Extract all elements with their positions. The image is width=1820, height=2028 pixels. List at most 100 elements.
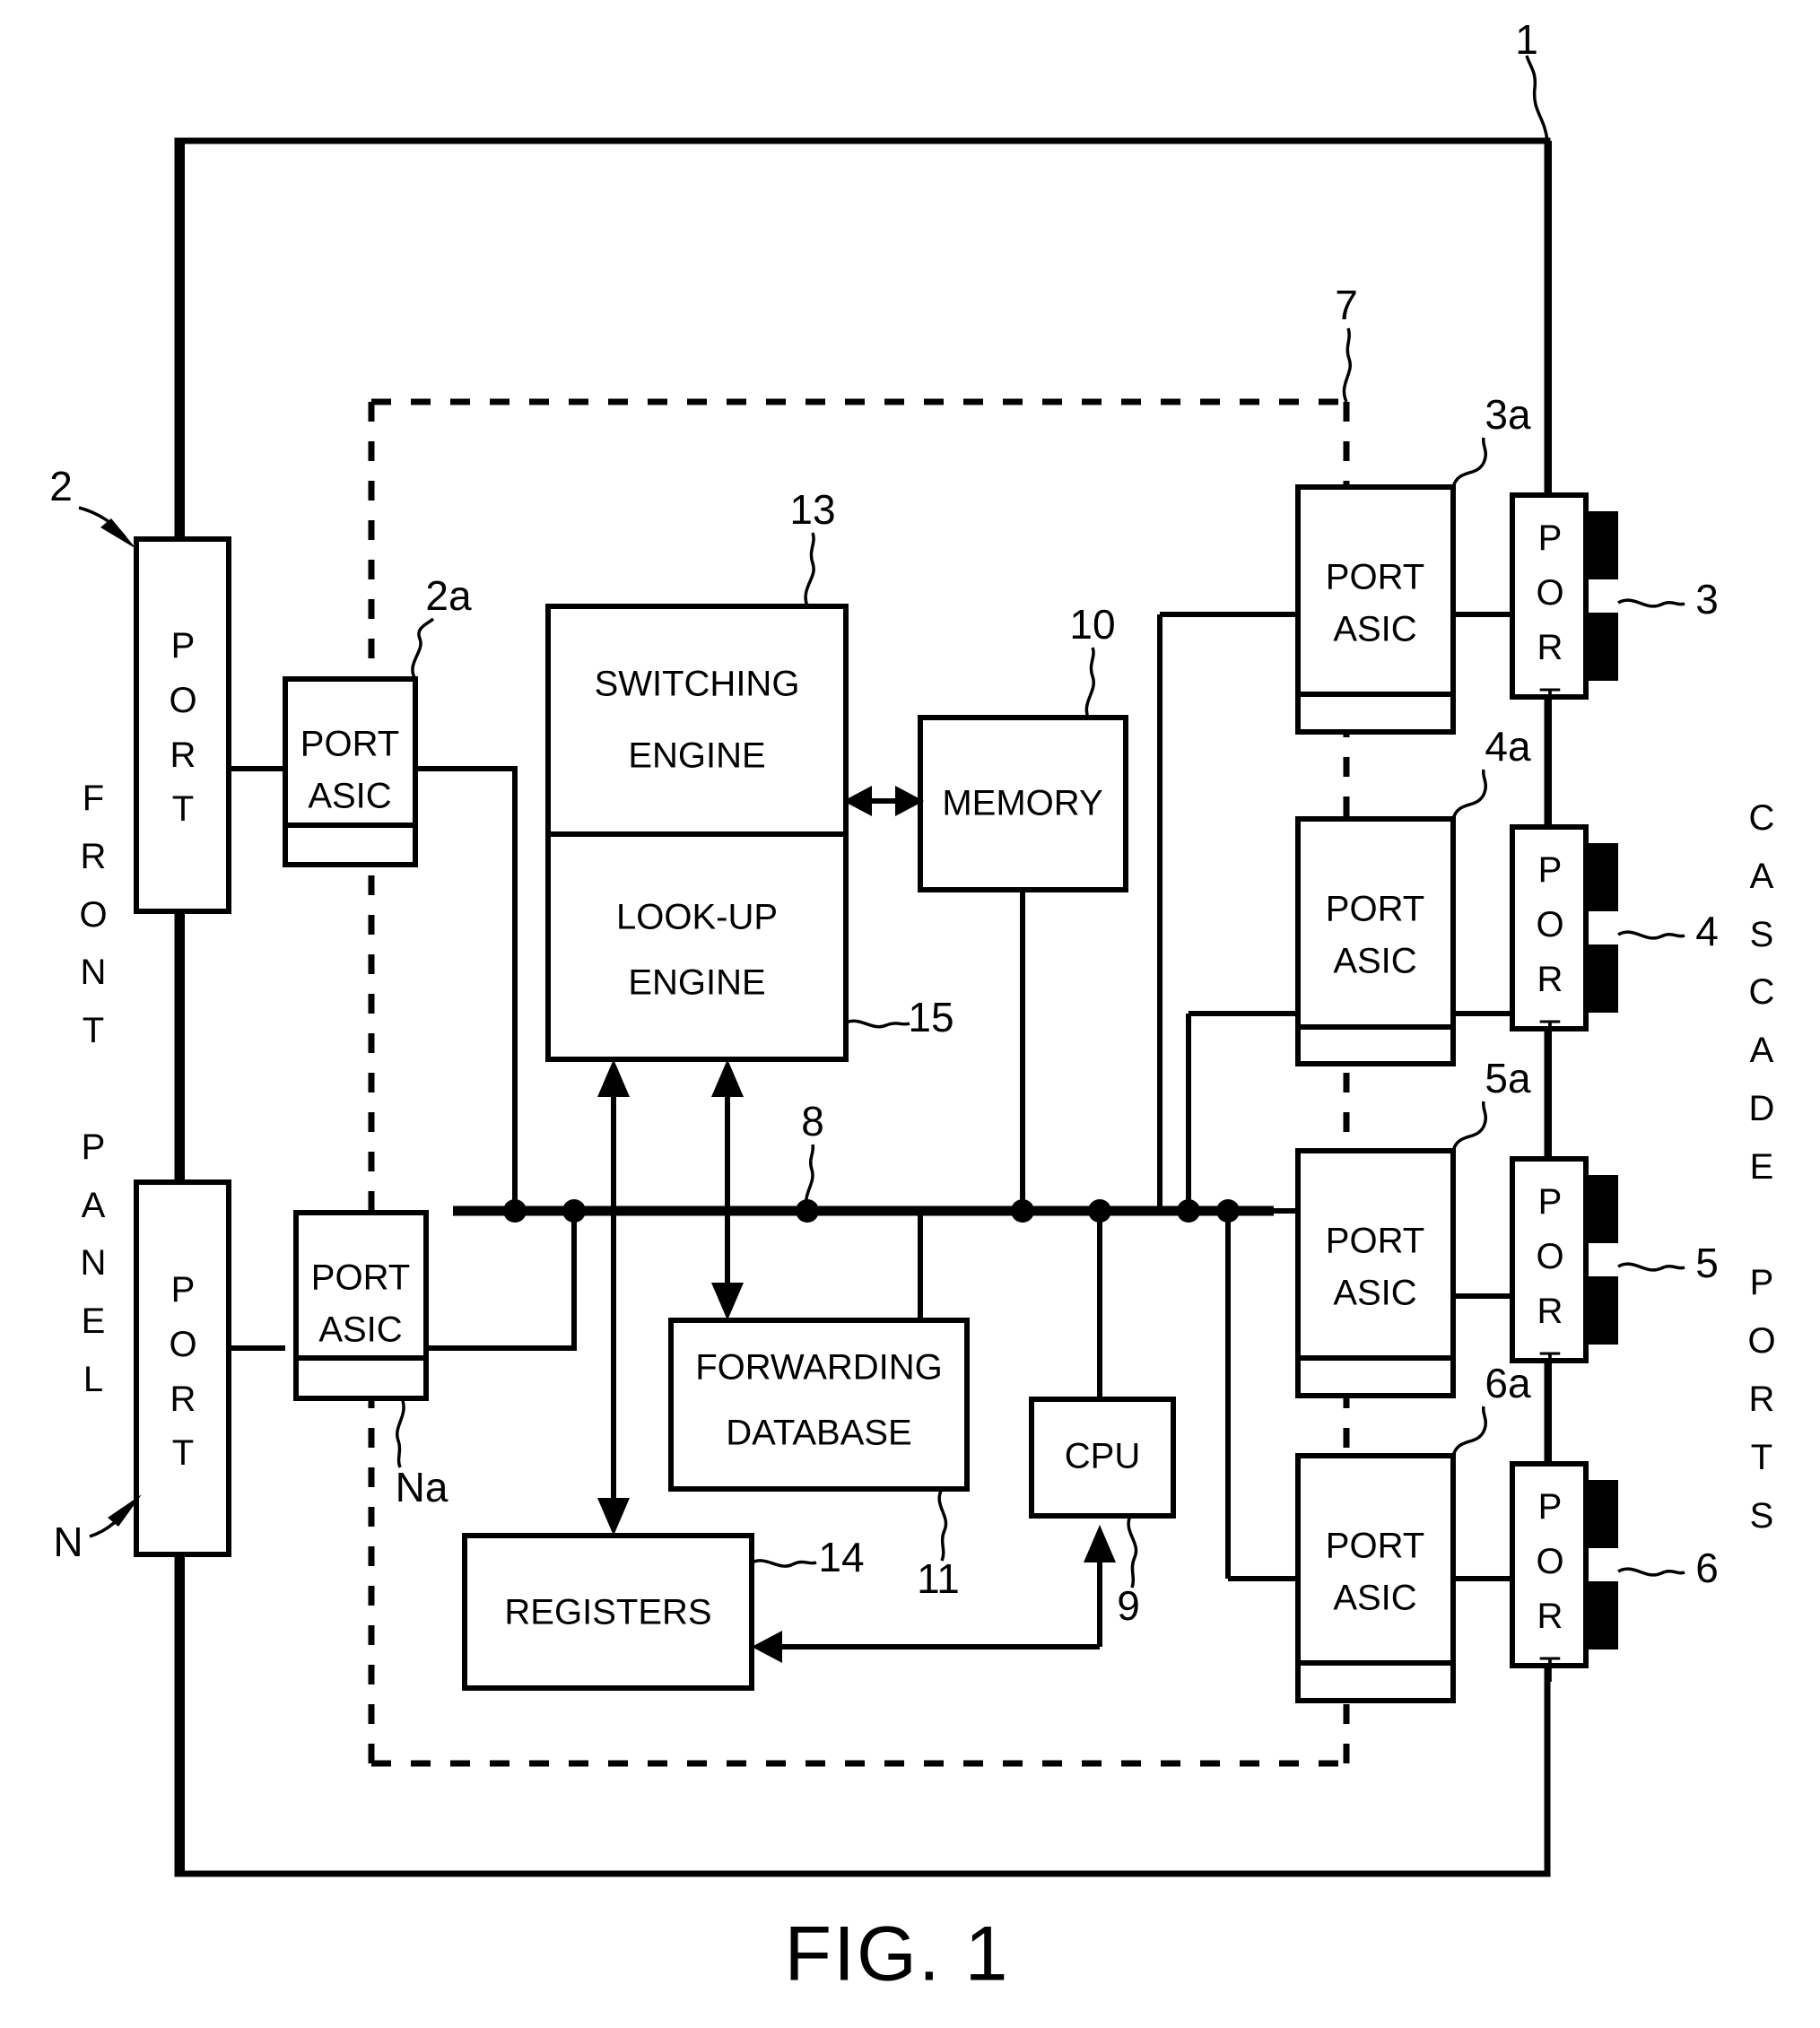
leader-5a — [1451, 1101, 1487, 1152]
bus-junction-dot — [1088, 1199, 1111, 1223]
numeral-7: 7 — [1335, 282, 1358, 328]
cascade-port-asic-4a-label-line1: PORT — [1326, 890, 1424, 929]
forwarding-database-box — [668, 1318, 970, 1492]
switching-engine-label-line2: ENGINE — [628, 736, 765, 776]
figure-caption: FIG. 1 — [785, 1911, 1010, 1998]
bus-junction-dot — [562, 1199, 586, 1223]
front-panel-letter: A — [81, 1185, 106, 1225]
cascade-port-asic-5a-label-line1: PORT — [1326, 1222, 1424, 1261]
leader-4a — [1451, 769, 1487, 820]
cascade-ports-letter: A — [1749, 856, 1774, 896]
port-letter: T — [1538, 1650, 1562, 1691]
cascade-port-3-connector-upper — [1586, 511, 1618, 579]
cascade-ports-letter: P — [1749, 1263, 1774, 1303]
front-panel-port-asic-na-to-bus — [426, 1211, 577, 1351]
front-panel-letter: O — [79, 894, 108, 935]
port-letter: T — [171, 789, 195, 830]
cascade-ports-letter — [1756, 1197, 1766, 1255]
front-panel-letter: N — [80, 953, 107, 993]
numeral-13: 13 — [789, 486, 835, 533]
numeral-na: Na — [396, 1464, 448, 1510]
leader-2a — [411, 617, 435, 680]
port-letter: O — [1536, 1541, 1564, 1581]
leader-7 — [1342, 327, 1352, 403]
cpu-label: CPU — [1065, 1437, 1140, 1476]
registers-arrow-down — [597, 1498, 630, 1536]
cascade-port-6-connector-lower — [1586, 1581, 1618, 1649]
front-panel-port-n-label: P O R T — [163, 1263, 203, 1481]
numeral-1: 1 — [1515, 16, 1538, 63]
leader-15 — [845, 1019, 910, 1029]
cascade-port-5-connector-upper — [1586, 1175, 1618, 1243]
front-panel-letter: E — [81, 1301, 106, 1342]
front-panel-letter: F — [82, 779, 105, 818]
numeral-15: 15 — [908, 994, 954, 1040]
switching-engine-label-line1: SWITCHING — [595, 665, 800, 704]
cascade-port-3-label: P O R T — [1530, 511, 1570, 729]
leader-3 — [1617, 598, 1685, 608]
lookup-engine-label-line2: ENGINE — [628, 963, 765, 1003]
numeral-10: 10 — [1069, 601, 1115, 648]
numeral-11: 11 — [917, 1555, 960, 1602]
port-letter: O — [1536, 904, 1564, 944]
leader-10 — [1084, 647, 1095, 718]
registers-arrow-left — [752, 1631, 782, 1663]
front-panel-letter: T — [82, 1011, 105, 1051]
cascade-port-asic-5a-label-line2: ASIC — [1333, 1274, 1416, 1313]
cascade-port-5-connector-lower — [1586, 1276, 1618, 1345]
numeral-4: 4 — [1695, 908, 1719, 954]
front-panel-port-asic-2a-label-line2: ASIC — [308, 777, 391, 816]
cascade-port-asic-6a-label-line1: PORT — [1326, 1527, 1424, 1566]
cascade-port-4-connector-upper — [1586, 843, 1618, 911]
front-panel-port-asic-na-label-line1: PORT — [311, 1258, 410, 1298]
front-panel-letter: N — [80, 1243, 107, 1284]
forwarding-db-arrow-down — [711, 1283, 744, 1320]
leader-2-arrowhead — [100, 518, 136, 549]
numeral-8: 8 — [801, 1098, 824, 1145]
port-letter: R — [1537, 1596, 1563, 1636]
port-letter: R — [1537, 1291, 1563, 1331]
cascade-port-asic-3a-label-line1: PORT — [1326, 558, 1424, 597]
port-letter: T — [1538, 1014, 1562, 1054]
port-letter: P — [170, 626, 196, 666]
port-letter: T — [171, 1433, 195, 1474]
leader-6 — [1617, 1567, 1685, 1577]
leader-4 — [1617, 930, 1685, 940]
port-letter: R — [170, 1379, 196, 1419]
memory-label: MEMORY — [942, 784, 1102, 823]
bus-junction-dot — [1011, 1199, 1034, 1223]
port-letter: T — [1538, 1345, 1562, 1386]
numeral-6a: 6a — [1485, 1360, 1531, 1406]
numeral-5: 5 — [1695, 1240, 1719, 1286]
cascade-ports-letter: R — [1748, 1379, 1775, 1419]
front-panel-letter: P — [81, 1127, 106, 1167]
leader-11 — [937, 1488, 948, 1562]
front-panel-port-asic-na-box — [293, 1210, 429, 1401]
bus-junction-dot — [1177, 1199, 1200, 1223]
front-panel-port-asic-2a-box — [283, 676, 418, 867]
numeral-n: N — [53, 1519, 83, 1565]
port-letter: R — [1537, 959, 1563, 999]
cascade-ports-letter: E — [1749, 1146, 1774, 1187]
port-letter: P — [1537, 1182, 1563, 1222]
cascade-ports-letter: D — [1748, 1088, 1775, 1128]
leader-5 — [1617, 1262, 1685, 1272]
cascade-port-6-connector-upper — [1586, 1480, 1618, 1548]
front-panel-port-asic-2a-to-bus — [415, 766, 518, 1211]
port-letter: P — [1537, 1487, 1563, 1527]
numeral-2a: 2a — [425, 572, 472, 619]
numeral-5a: 5a — [1485, 1055, 1531, 1101]
cascade-ports-letter: S — [1749, 914, 1774, 954]
numeral-14: 14 — [818, 1534, 864, 1580]
cascade-ports-letter: C — [1748, 798, 1775, 838]
forwarding-db-label-line2: DATABASE — [726, 1414, 911, 1453]
leader-6a — [1451, 1406, 1487, 1457]
patent-figure-canvas: SWITCHING ENGINE LOOK-UP ENGINE MEMORY F… — [0, 0, 1820, 2028]
leader-13 — [804, 532, 815, 607]
port-letter: T — [1538, 682, 1562, 722]
numeral-3: 3 — [1695, 576, 1719, 622]
port-letter: R — [170, 735, 196, 775]
cascade-port-4-connector-lower — [1586, 944, 1618, 1013]
lookup-engine-label-line1: LOOK-UP — [616, 898, 778, 937]
leader-1 — [1525, 55, 1549, 142]
